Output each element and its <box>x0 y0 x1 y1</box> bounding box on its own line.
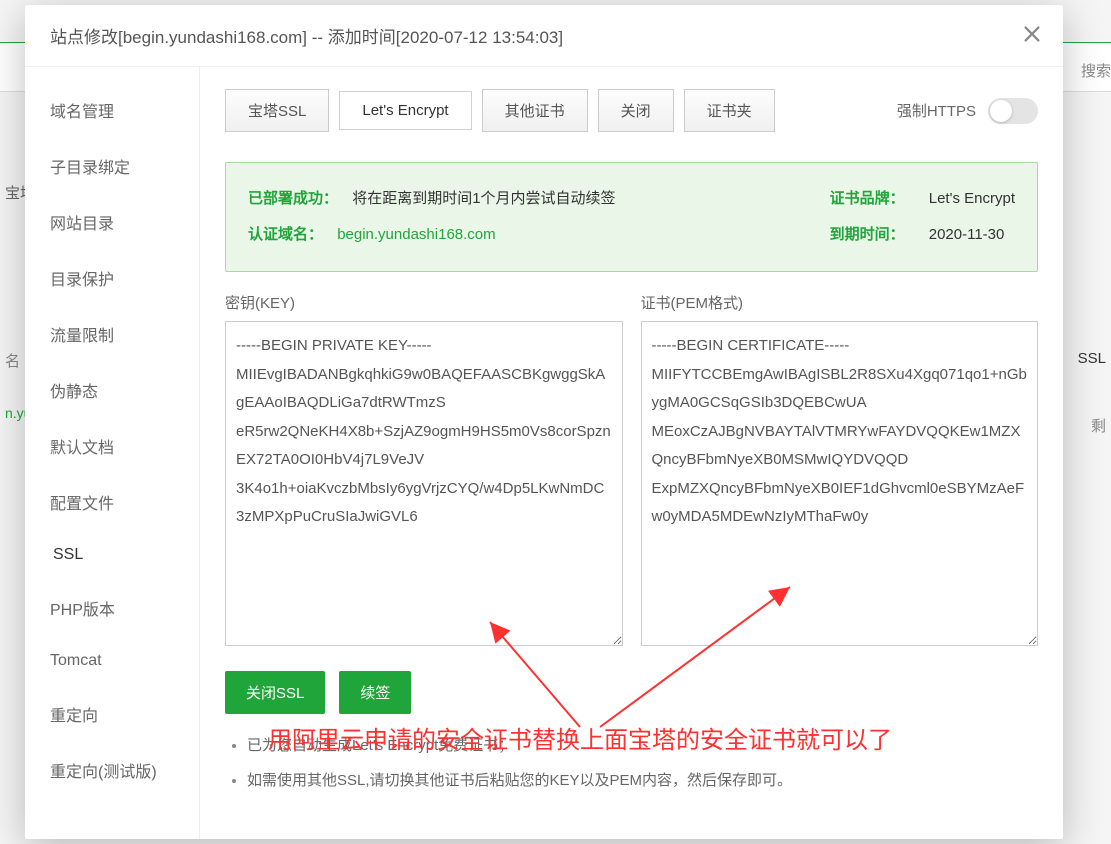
ssl-tab-row: 宝塔SSL Let's Encrypt 其他证书关闭证书夹 强制HTTPS <box>225 89 1038 132</box>
pem-label: 证书(PEM格式) <box>641 292 1039 313</box>
note-item: 已为您自动生成Let's Encrypt免费证书； <box>247 734 1038 755</box>
modal-header: 站点修改[begin.yundashi168.com] -- 添加时间[2020… <box>25 5 1063 67</box>
bg-right-remain: 剩 <box>1091 415 1106 436</box>
bg-right-col: SSL <box>1078 350 1106 367</box>
sidebar-item-10[interactable]: Tomcat <box>25 636 199 686</box>
sidebar-item-8[interactable]: SSL <box>25 530 199 580</box>
sidebar-item-12[interactable]: 重定向(测试版) <box>25 742 199 798</box>
force-https-toggle[interactable] <box>988 98 1038 124</box>
sidebar-item-5[interactable]: 伪静态 <box>25 362 199 418</box>
expire-time-value: 2020-11-30 <box>929 226 1005 243</box>
sidebar-item-9[interactable]: PHP版本 <box>25 580 199 636</box>
key-label: 密钥(KEY) <box>225 292 623 313</box>
deploy-success-text: 将在距离到期时间1个月内尝试自动续签 <box>352 190 615 207</box>
tab-1[interactable]: Let's Encrypt <box>339 91 471 130</box>
site-edit-modal: 站点修改[begin.yundashi168.com] -- 添加时间[2020… <box>25 5 1063 839</box>
bg-col-header: 名 <box>5 350 20 371</box>
cert-textareas: 密钥(KEY) 证书(PEM格式) <box>225 292 1038 646</box>
notes-list: 已为您自动生成Let's Encrypt免费证书； 如需使用其他SSL,请切换其他… <box>225 734 1038 790</box>
sidebar-item-3[interactable]: 目录保护 <box>25 250 199 306</box>
deploy-success-label: 已部署成功： <box>248 190 338 207</box>
close-icon[interactable] <box>1021 23 1045 47</box>
sidebar-item-0[interactable]: 域名管理 <box>25 82 199 138</box>
sidebar-item-6[interactable]: 默认文档 <box>25 418 199 474</box>
sidebar-item-7[interactable]: 配置文件 <box>25 474 199 530</box>
content-pane: 宝塔SSL Let's Encrypt 其他证书关闭证书夹 强制HTTPS 已部署成… <box>200 67 1063 839</box>
cert-status-box: 已部署成功： 将在距离到期时间1个月内尝试自动续签 认证域名： begin.yu… <box>225 162 1038 272</box>
note-item: 如需使用其他SSL,请切换其他证书后粘贴您的KEY以及PEM内容，然后保存即可。 <box>247 769 1038 790</box>
sidebar-item-11[interactable]: 重定向 <box>25 686 199 742</box>
expire-time-label: 到期时间： <box>830 226 905 243</box>
sidebar-item-4[interactable]: 流量限制 <box>25 306 199 362</box>
sidebar: 域名管理子目录绑定网站目录目录保护流量限制伪静态默认文档配置文件SSLPHP版本… <box>25 67 200 839</box>
sidebar-item-2[interactable]: 网站目录 <box>25 194 199 250</box>
auth-domain-value: begin.yundashi168.com <box>337 226 495 243</box>
cert-brand-label: 证书品牌： <box>830 190 905 207</box>
tab-0[interactable]: 宝塔SSL <box>225 89 329 132</box>
modal-body: 域名管理子目录绑定网站目录目录保护流量限制伪静态默认文档配置文件SSLPHP版本… <box>25 67 1063 839</box>
renew-button[interactable]: 续签 <box>339 671 411 714</box>
tab-3[interactable]: 关闭 <box>598 89 674 132</box>
private-key-input[interactable] <box>225 321 623 646</box>
action-button-row: 关闭SSL 续签 <box>225 671 1038 714</box>
certificate-pem-input[interactable] <box>641 321 1039 646</box>
bg-search-text: 搜索 <box>1081 60 1111 81</box>
modal-title: 站点修改[begin.yundashi168.com] -- 添加时间[2020… <box>50 23 563 48</box>
tab-2[interactable]: 其他证书 <box>482 89 588 132</box>
tab-4[interactable]: 证书夹 <box>684 89 775 132</box>
cert-brand-value: Let's Encrypt <box>929 190 1015 207</box>
close-ssl-button[interactable]: 关闭SSL <box>225 671 325 714</box>
auth-domain-label: 认证域名： <box>248 226 323 243</box>
sidebar-item-1[interactable]: 子目录绑定 <box>25 138 199 194</box>
force-https-label: 强制HTTPS <box>897 100 976 121</box>
